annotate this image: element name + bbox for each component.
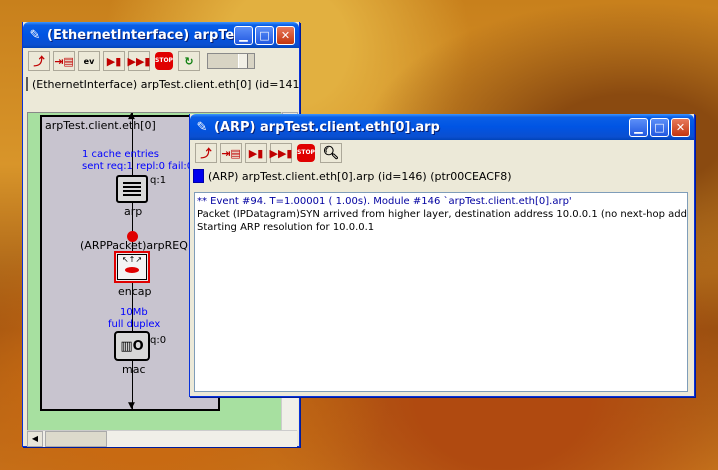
module-info: (EthernetInterface) arpTest.client.eth[0… bbox=[32, 77, 299, 91]
info-bar: (EthernetInterface) arpTest.client.eth[0… bbox=[23, 74, 299, 94]
link-bitrate: 10Mb bbox=[120, 307, 148, 318]
minimize-button[interactable]: ▁ bbox=[234, 25, 253, 45]
zoom-slider[interactable] bbox=[207, 53, 255, 69]
close-button[interactable]: ✕ bbox=[276, 25, 295, 45]
refresh-button[interactable]: ↻ bbox=[178, 51, 200, 71]
slider-thumb[interactable] bbox=[238, 54, 248, 68]
event-log-button[interactable]: ev bbox=[78, 51, 100, 71]
encap-submodule[interactable]: ↖↑↗ bbox=[114, 251, 150, 283]
module-color-swatch bbox=[193, 169, 204, 183]
arrow-up-top: ▲ bbox=[128, 112, 135, 121]
run-button[interactable]: ▶▮ bbox=[245, 143, 267, 163]
find-button[interactable]: 🔍︎ bbox=[320, 143, 342, 163]
fast-run-icon: ▶▶▮ bbox=[269, 146, 293, 160]
link-duplex: full duplex bbox=[108, 319, 161, 330]
stop-icon: STOP bbox=[297, 144, 315, 162]
encap-icon-center bbox=[125, 267, 139, 273]
fast-run-button[interactable]: ▶▶▮ bbox=[127, 51, 151, 71]
feather-icon: ✎ bbox=[196, 119, 208, 135]
refresh-icon: ↻ bbox=[184, 54, 194, 68]
step-out-button[interactable]: ⤴ bbox=[28, 51, 50, 71]
mac-submodule[interactable]: ▥O bbox=[114, 331, 150, 361]
maximize-button[interactable]: □ bbox=[255, 25, 274, 45]
step-out-button[interactable]: ⤴ bbox=[195, 143, 217, 163]
encap-name: encap bbox=[118, 285, 152, 298]
inspect-icon: ⇥▤ bbox=[54, 54, 74, 68]
encap-icon: ↖↑↗ bbox=[117, 254, 147, 280]
info-bar: (ARP) arpTest.client.eth[0].arp (id=146)… bbox=[190, 166, 694, 186]
inspect-parent-button[interactable]: ⇥▤ bbox=[53, 51, 75, 71]
toolbar: ⤴ ⇥▤ ev ▶▮ ▶▶▮ STOP ↻ bbox=[23, 48, 299, 74]
minimize-icon: ▁ bbox=[239, 28, 248, 42]
arp-window: ✎ (ARP) arpTest.client.eth[0].arp ▁ □ ✕ … bbox=[189, 114, 695, 397]
arp-stats-line-2: sent req:1 repl:0 fail:0 bbox=[82, 161, 194, 172]
log-line-event: ** Event #94. T=1.00001 ( 1.00s). Module… bbox=[197, 196, 572, 207]
run-button[interactable]: ▶▮ bbox=[103, 51, 125, 71]
toolbar: ⤴ ⇥▤ ▶▮ ▶▶▮ STOP 🔍︎ bbox=[190, 140, 694, 166]
log-line: Starting ARP resolution for 10.0.0.1 bbox=[197, 222, 375, 233]
fast-run-icon: ▶▶▮ bbox=[127, 54, 151, 68]
arp-stats-line-1: 1 cache entries bbox=[82, 149, 159, 160]
arp-name: arp bbox=[124, 205, 143, 218]
run-icon: ▶▮ bbox=[248, 146, 264, 160]
module-info: (ARP) arpTest.client.eth[0].arp (id=146)… bbox=[208, 169, 512, 183]
mac-name: mac bbox=[122, 363, 146, 376]
event-icon: ev bbox=[83, 56, 95, 66]
fast-run-button[interactable]: ▶▶▮ bbox=[269, 143, 293, 163]
stop-button[interactable]: STOP bbox=[295, 143, 317, 163]
close-icon: ✕ bbox=[280, 28, 291, 42]
mac-queue-label: q:0 bbox=[150, 335, 167, 346]
maximize-icon: □ bbox=[654, 120, 665, 134]
module-label: arpTest.client.eth[0] bbox=[45, 119, 156, 132]
maximize-icon: □ bbox=[259, 28, 270, 42]
list-icon-line bbox=[123, 194, 141, 196]
list-icon-line bbox=[123, 190, 141, 192]
inspect-parent-button[interactable]: ⇥▤ bbox=[220, 143, 242, 163]
log-area[interactable]: ** Event #94. T=1.00001 ( 1.00s). Module… bbox=[194, 192, 688, 392]
close-button[interactable]: ✕ bbox=[671, 117, 690, 137]
arp-queue-label: q:1 bbox=[150, 175, 167, 186]
inspect-icon: ⇥▤ bbox=[221, 146, 241, 160]
minimize-button[interactable]: ▁ bbox=[629, 117, 648, 137]
minimize-icon: ▁ bbox=[634, 120, 643, 134]
step-icon: ⤴ bbox=[200, 147, 212, 160]
feather-icon: ✎ bbox=[29, 27, 41, 43]
maximize-button[interactable]: □ bbox=[650, 117, 669, 137]
arrow-down-bottom: ▼ bbox=[128, 401, 135, 411]
arp-submodule[interactable] bbox=[116, 175, 148, 203]
window-title: (ARP) arpTest.client.eth[0].arp bbox=[214, 119, 440, 135]
scroll-left-button[interactable]: ◀ bbox=[27, 431, 43, 447]
module-color-swatch bbox=[26, 77, 28, 91]
window-title: (EthernetInterface) arpTe... bbox=[47, 27, 234, 43]
stop-icon: STOP bbox=[155, 52, 173, 70]
log-line: Packet (IPDatagram)SYN arrived from high… bbox=[197, 209, 688, 220]
list-icon-line bbox=[123, 186, 141, 188]
close-icon: ✕ bbox=[675, 120, 686, 134]
search-icon: 🔍︎ bbox=[322, 145, 340, 161]
run-icon: ▶▮ bbox=[106, 54, 122, 68]
horizontal-scrollbar[interactable]: ◀ bbox=[27, 430, 297, 447]
title-bar[interactable]: ✎ (ARP) arpTest.client.eth[0].arp ▁ □ ✕ bbox=[190, 114, 694, 140]
scroll-thumb[interactable] bbox=[45, 431, 107, 447]
step-icon: ⤴ bbox=[33, 55, 45, 68]
stop-button[interactable]: STOP bbox=[153, 51, 175, 71]
title-bar[interactable]: ✎ (EthernetInterface) arpTe... ▁ □ ✕ bbox=[23, 22, 299, 48]
list-icon-line bbox=[123, 182, 141, 184]
nic-icon: ▥O bbox=[120, 338, 144, 354]
